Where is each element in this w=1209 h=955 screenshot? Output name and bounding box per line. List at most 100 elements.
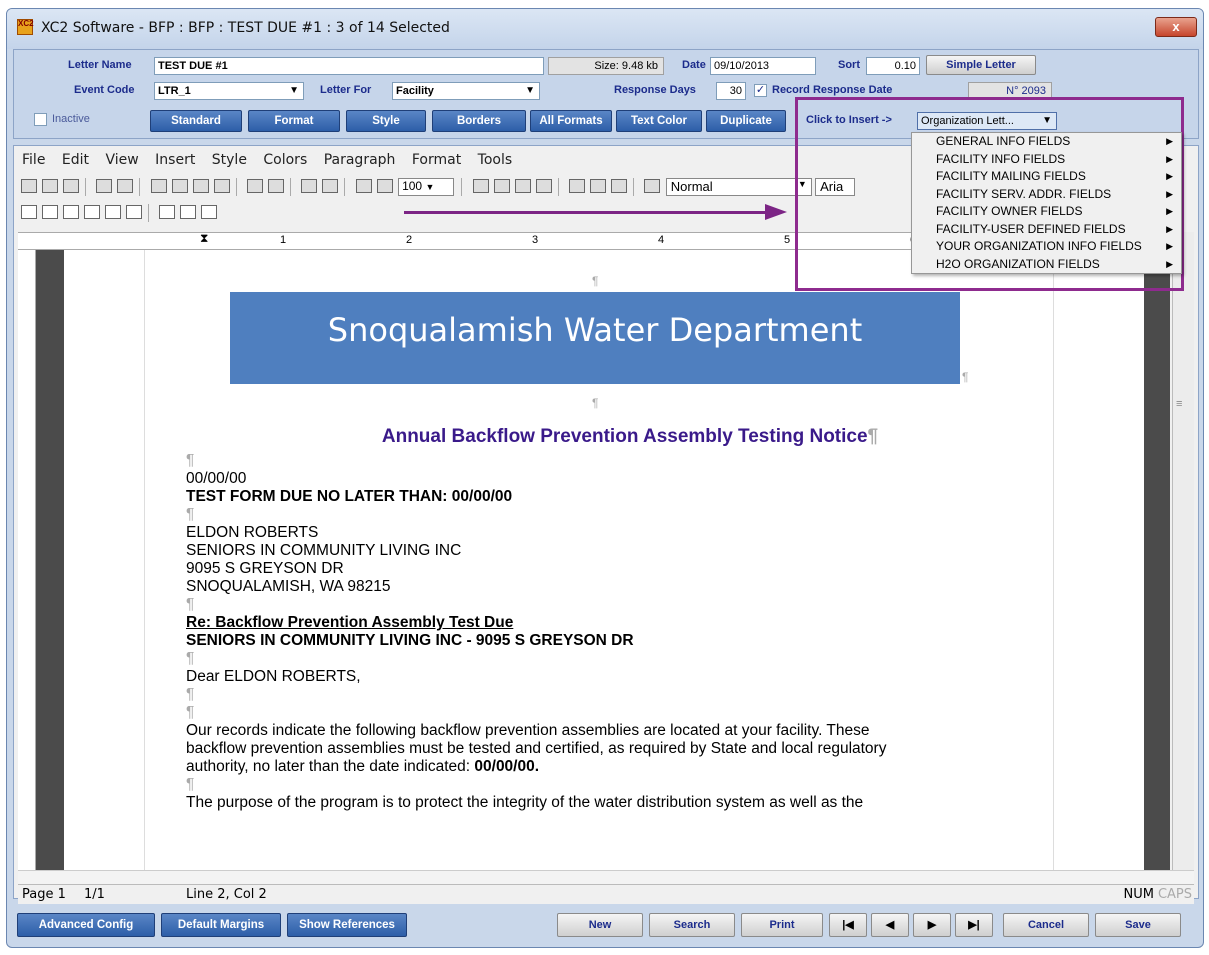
menu-item-facility-serv-addr[interactable]: FACILITY SERV. ADDR. FIELDS ▶ [912, 186, 1181, 204]
deadline-date: 00/00/00. [474, 758, 540, 775]
body-paragraph-line: The purpose of the program is to protect… [186, 794, 864, 811]
zoom-select[interactable]: 100 ▼ [398, 178, 455, 196]
menu-item-facility-owner[interactable]: FACILITY OWNER FIELDS ▶ [912, 203, 1181, 221]
text-color-button[interactable]: Text Color [616, 110, 702, 132]
save-button[interactable]: Save [1095, 913, 1181, 937]
all-formats-button[interactable]: All Formats [530, 110, 612, 132]
horizontal-scrollbar[interactable] [18, 870, 1194, 884]
table-icon[interactable] [376, 179, 393, 193]
first-record-button[interactable]: |◀ [829, 913, 867, 937]
borders-button[interactable]: Borders [432, 110, 526, 132]
format-button[interactable]: Format [248, 110, 340, 132]
line-spacing-single-icon[interactable] [569, 179, 586, 193]
print-button[interactable]: Print [741, 913, 823, 937]
pilcrow-mark: ¶ [186, 506, 195, 523]
pilcrow-mark: ¶ [186, 686, 195, 703]
previous-record-button[interactable]: ◀ [871, 913, 909, 937]
default-margins-button[interactable]: Default Margins [161, 913, 281, 937]
menu-view[interactable]: View [105, 152, 138, 168]
paste-icon[interactable] [192, 179, 209, 193]
border-left-icon[interactable] [42, 205, 58, 219]
record-response-checkbox[interactable]: ✓ [754, 84, 767, 97]
menu-item-your-organization[interactable]: YOUR ORGANIZATION INFO FIELDS ▶ [912, 238, 1181, 256]
align-right-icon[interactable] [514, 179, 531, 193]
indent-marker-icon[interactable]: ⧗ [200, 231, 208, 246]
undo-icon[interactable] [247, 179, 264, 193]
field-icon[interactable] [322, 179, 339, 193]
menu-item-general-info[interactable]: GENERAL INFO FIELDS ▶ [912, 133, 1181, 151]
cut-icon[interactable] [150, 179, 167, 193]
border-outline-icon[interactable] [159, 205, 176, 219]
simple-letter-button[interactable]: Simple Letter [926, 55, 1036, 75]
body-paragraph-line: authority, no later than the date indica… [186, 758, 539, 776]
status-cursor-position: Line 2, Col 2 [186, 887, 267, 902]
menu-file[interactable]: File [22, 152, 45, 168]
copy-icon[interactable] [171, 179, 188, 193]
print-icon[interactable] [117, 179, 134, 193]
vertical-scrollbar[interactable]: ≡ [1172, 232, 1194, 870]
sort-field[interactable]: 0.10 [866, 57, 920, 75]
align-center-icon[interactable] [493, 179, 510, 193]
close-button[interactable]: x [1155, 17, 1197, 37]
show-references-button[interactable]: Show References [287, 913, 407, 937]
menu-item-facility-user-defined[interactable]: FACILITY-USER DEFINED FIELDS ▶ [912, 221, 1181, 239]
style-select[interactable]: Normal ▼ [665, 178, 812, 196]
standard-button[interactable]: Standard [150, 110, 242, 132]
advanced-config-button[interactable]: Advanced Config [17, 913, 155, 937]
cancel-button[interactable]: Cancel [1003, 913, 1089, 937]
response-days-field[interactable]: 30 [716, 82, 746, 100]
menu-item-facility-mailing[interactable]: FACILITY MAILING FIELDS ▶ [912, 168, 1181, 186]
menu-tools[interactable]: Tools [478, 152, 513, 168]
submenu-arrow-icon: ▶ [1166, 258, 1173, 269]
duplicate-button[interactable]: Duplicate [706, 110, 786, 132]
border-none-icon[interactable] [21, 205, 37, 219]
document-page[interactable]: ¶ Snoqualamish Water Department ¶ ¶ Annu… [64, 250, 1144, 870]
menu-format[interactable]: Format [412, 152, 461, 168]
menu-item-h2o-organization[interactable]: H2O ORGANIZATION FIELDS ▶ [912, 256, 1181, 274]
line-spacing-double-icon[interactable] [611, 179, 628, 193]
bullets-icon[interactable] [644, 179, 661, 193]
border-middle-icon[interactable] [126, 205, 142, 219]
clock-icon[interactable] [355, 179, 372, 193]
last-record-button[interactable]: ▶| [955, 913, 993, 937]
scroll-grip-icon: ≡ [1176, 398, 1183, 410]
menu-item-label: FACILITY-USER DEFINED FIELDS [936, 221, 1126, 236]
document-canvas[interactable]: ¶ Snoqualamish Water Department ¶ ¶ Annu… [36, 250, 1170, 870]
border-all-icon[interactable] [180, 205, 197, 219]
letter-date: 00/00/00 [186, 470, 247, 487]
date-label: Date [682, 59, 706, 71]
letter-for-select[interactable]: Facility ▼ [392, 82, 540, 100]
date-field[interactable]: 09/10/2013 [710, 57, 816, 75]
menu-insert[interactable]: Insert [155, 152, 195, 168]
style-button[interactable]: Style [346, 110, 426, 132]
menu-paragraph[interactable]: Paragraph [324, 152, 396, 168]
menu-item-facility-info[interactable]: FACILITY INFO FIELDS ▶ [912, 151, 1181, 169]
border-top-icon[interactable] [84, 205, 100, 219]
format-painter-icon[interactable] [213, 179, 230, 193]
menu-colors[interactable]: Colors [263, 152, 307, 168]
next-record-button[interactable]: ▶ [913, 913, 951, 937]
menu-edit[interactable]: Edit [62, 152, 89, 168]
submenu-arrow-icon: ▶ [1166, 223, 1173, 234]
search-button[interactable]: Search [649, 913, 735, 937]
justify-icon[interactable] [535, 179, 552, 193]
redo-icon[interactable] [268, 179, 285, 193]
save-icon[interactable] [63, 179, 79, 193]
inactive-checkbox[interactable] [34, 113, 47, 126]
submenu-arrow-icon: ▶ [1166, 206, 1173, 216]
border-bottom-icon[interactable] [105, 205, 121, 219]
event-code-select[interactable]: LTR_1 ▼ [154, 82, 304, 100]
border-right-icon[interactable] [63, 205, 79, 219]
menu-style[interactable]: Style [212, 152, 247, 168]
align-left-icon[interactable] [472, 179, 489, 193]
inactive-label: Inactive [52, 113, 90, 125]
letter-name-field[interactable]: TEST DUE #1 [154, 57, 544, 75]
title-bar: XC2 XC2 Software - BFP : BFP : TEST DUE … [7, 9, 1203, 49]
print-preview-icon[interactable] [96, 179, 113, 193]
line-spacing-1-5-icon[interactable] [590, 179, 607, 193]
border-inside-icon[interactable] [201, 205, 218, 219]
open-icon[interactable] [42, 179, 58, 193]
pilcrow-icon[interactable] [301, 179, 318, 193]
new-button[interactable]: New [557, 913, 643, 937]
new-doc-icon[interactable] [21, 179, 37, 193]
